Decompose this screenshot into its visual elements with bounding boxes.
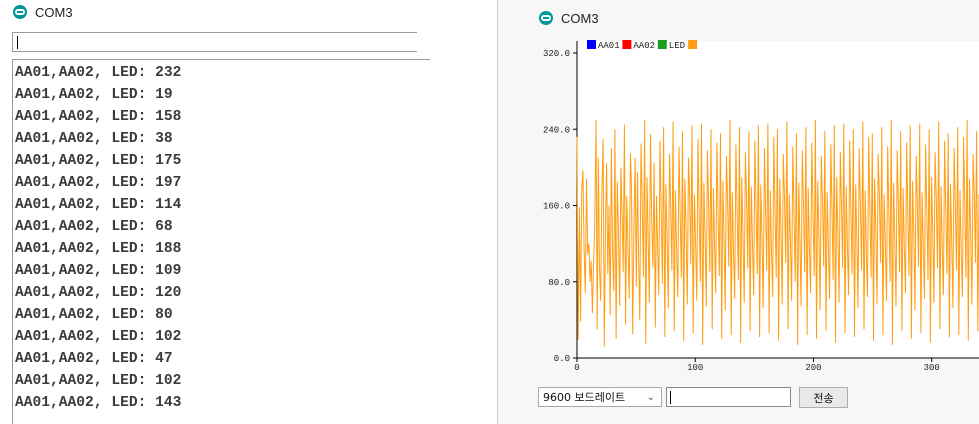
log-line: AA01,AA02, LED: 68 <box>15 219 173 235</box>
legend-swatch <box>657 40 667 49</box>
text-caret <box>670 391 671 404</box>
log-line: AA01,AA02, LED: 114 <box>15 197 182 213</box>
log-line: AA01,AA02, LED: 80 <box>15 307 173 323</box>
x-tick-label: 200 <box>805 363 821 373</box>
log-line: AA01,AA02, LED: 120 <box>15 285 182 301</box>
legend-label: AA01 <box>598 41 620 51</box>
log-line: AA01,AA02, LED: 232 <box>15 65 182 81</box>
legend-label: LED <box>669 41 685 51</box>
log-line: AA01,AA02, LED: 158 <box>15 109 182 125</box>
x-tick-label: 0 <box>574 363 579 373</box>
serial-plot-chart: 0.0 80.0 160.0 240.0 320.0 0 100 200 300 AA01 AA02… <box>543 40 979 373</box>
log-line: AA01,AA02, LED: 197 <box>15 175 182 191</box>
monitor-send-input[interactable] <box>12 32 417 52</box>
y-tick-label: 320.0 <box>543 49 570 59</box>
arduino-icon <box>13 5 27 19</box>
plotter-send-input[interactable] <box>666 387 791 407</box>
log-line: AA01,AA02, LED: 38 <box>15 131 173 147</box>
log-line: AA01,AA02, LED: 47 <box>15 351 173 367</box>
y-tick-label: 160.0 <box>543 202 570 212</box>
legend-swatch <box>688 40 698 49</box>
log-line: AA01,AA02, LED: 102 <box>15 329 182 345</box>
log-line: AA01,AA02, LED: 19 <box>15 87 173 103</box>
log-line: AA01,AA02, LED: 102 <box>15 373 182 389</box>
x-tick-label: 300 <box>924 363 940 373</box>
legend-swatch <box>622 40 632 49</box>
serial-output-log[interactable]: AA01,AA02, LED: 232 AA01,AA02, LED: 19 AA0… <box>12 59 430 424</box>
log-line: AA01,AA02, LED: 175 <box>15 153 182 169</box>
log-line: AA01,AA02, LED: 143 <box>15 395 182 411</box>
legend-swatch <box>587 40 596 49</box>
chevron-down-icon: ⌄ <box>646 391 655 403</box>
log-line: AA01,AA02, LED: 109 <box>15 263 182 279</box>
log-line: AA01,AA02, LED: 188 <box>15 241 182 257</box>
x-tick-label: 100 <box>687 363 703 373</box>
y-tick-label: 80.0 <box>548 278 570 288</box>
monitor-titlebar: COM3 <box>13 1 73 23</box>
serial-monitor-window: COM3 AA01,AA02, LED: 232 AA01,AA02, LED: … <box>0 0 430 424</box>
window-title: COM3 <box>35 4 73 20</box>
baud-rate-select[interactable]: 9600 보드레이트 ⌄ <box>538 387 662 407</box>
text-caret <box>17 36 18 49</box>
y-tick-label: 240.0 <box>543 125 570 135</box>
serial-plotter-window: COM3 0.0 80.0 160.0 240.0 320.0 0 100 200 300 AA0… <box>498 0 979 424</box>
legend-label: AA02 <box>633 41 655 51</box>
send-button[interactable]: 전송 <box>799 387 848 408</box>
baud-rate-value: 9600 보드레이트 <box>543 391 626 404</box>
y-tick-label: 0.0 <box>554 354 570 364</box>
